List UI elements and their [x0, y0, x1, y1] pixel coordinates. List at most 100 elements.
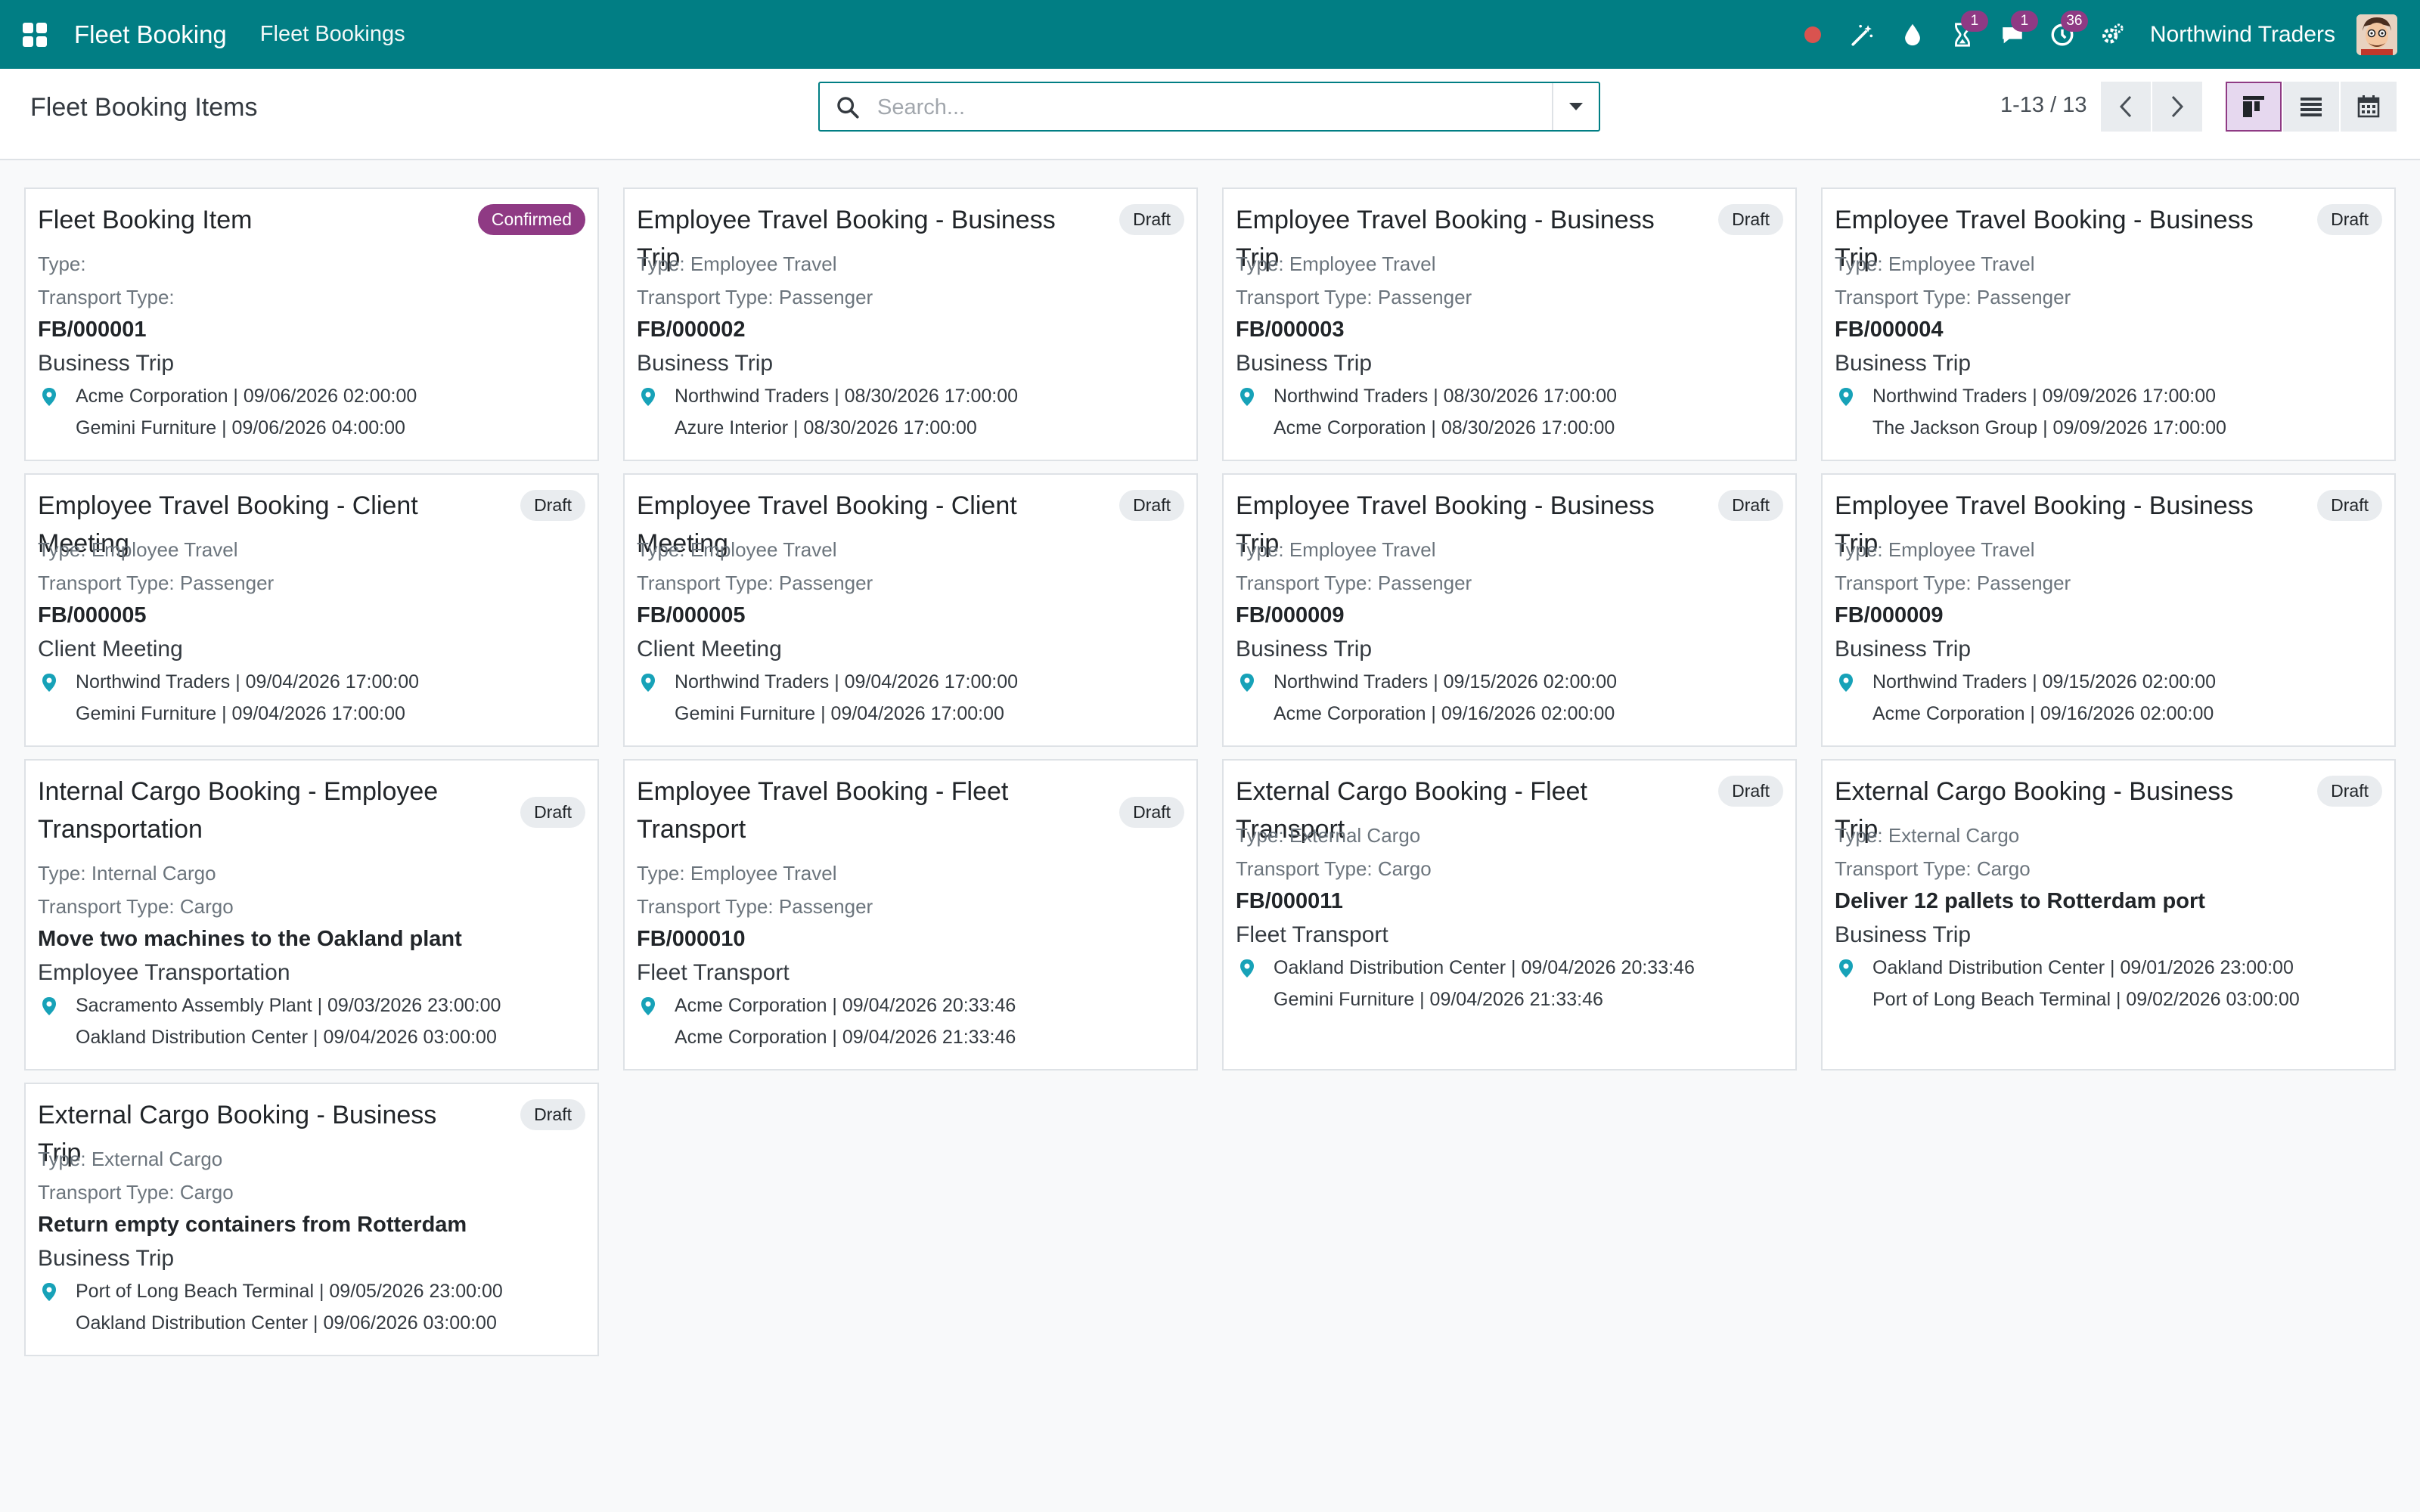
map-pin-icon [641, 674, 655, 692]
transport-type-value: Passenger [1377, 286, 1472, 308]
transport-type-field: Transport Type: Cargo [1236, 857, 1432, 881]
clock-icon[interactable]: 36 [2047, 10, 2088, 50]
settings-icon[interactable] [2097, 20, 2127, 50]
transport-type-label: Transport Type: [637, 572, 774, 594]
booking-reference: FB/000009 [1835, 603, 1944, 627]
pickup-location: Sacramento Assembly Plant | 09/03/2026 2… [76, 995, 501, 1016]
kanban-card[interactable]: Employee Travel Booking - Fleet Transpor… [623, 759, 1198, 1070]
user-avatar[interactable] [2356, 14, 2397, 55]
transport-type-label: Transport Type: [637, 286, 774, 308]
kanban-card[interactable]: External Cargo Booking - Business Trip D… [24, 1083, 599, 1356]
pager-value[interactable]: 1-13 / 13 [2000, 93, 2086, 118]
dropoff-location: Gemini Furniture | 09/04/2026 17:00:00 [76, 703, 405, 724]
pager-next-button[interactable] [2152, 82, 2202, 132]
pickup-location: Northwind Traders | 09/04/2026 17:00:00 [675, 671, 1019, 692]
kanban-card[interactable]: Employee Travel Booking - Business Trip … [1222, 187, 1797, 461]
map-pin-icon [1839, 388, 1853, 406]
dropoff-location: Azure Interior | 08/30/2026 17:00:00 [675, 417, 977, 438]
booking-reference: FB/000010 [637, 927, 746, 951]
type-label: Type: [637, 538, 685, 561]
map-pin-icon [641, 388, 655, 406]
transport-type-label: Transport Type: [38, 286, 175, 308]
booking-purpose: Business Trip [1835, 351, 1972, 376]
calendar-view-button[interactable] [2341, 82, 2397, 132]
chat-icon[interactable]: 1 [1997, 10, 2038, 50]
top-navbar: Fleet Booking Fleet Bookings 1 1 36 Nort… [0, 0, 2420, 69]
map-pin-icon [1240, 959, 1254, 978]
search-input[interactable] [876, 89, 1529, 125]
kanban-card[interactable]: Employee Travel Booking - Business Trip … [623, 187, 1198, 461]
kanban-card[interactable]: Employee Travel Booking - Client Meeting… [623, 473, 1198, 747]
list-view-icon [2301, 98, 2322, 116]
booking-reference: Return empty containers from Rotterdam [38, 1213, 467, 1237]
drop-icon[interactable] [1897, 20, 1928, 50]
messages-badge: 1 [2010, 10, 2038, 32]
type-value: Employee Travel [1289, 253, 1436, 275]
transport-type-label: Transport Type: [38, 895, 175, 918]
kanban-card[interactable]: Fleet Booking Item Confirmed Type: Trans… [24, 187, 599, 461]
record-icon[interactable] [1798, 20, 1828, 50]
card-title: Internal Cargo Booking - Employee Transp… [38, 777, 439, 844]
map-pin-icon [1839, 674, 1853, 692]
kanban-card[interactable]: Employee Travel Booking - Business Trip … [1821, 473, 2396, 747]
app-name[interactable]: Fleet Booking [74, 20, 227, 49]
type-label: Type: [1236, 253, 1284, 275]
list-view-button[interactable] [2283, 82, 2339, 132]
systray: 1 1 36 Northwind Traders [1778, 0, 2420, 69]
kanban-card[interactable]: Employee Travel Booking - Client Meeting… [24, 473, 599, 747]
transport-type-field: Transport Type: Cargo [38, 1181, 234, 1204]
map-pin-icon [1240, 674, 1254, 692]
kanban-card[interactable]: Employee Travel Booking - Business Trip … [1222, 473, 1797, 747]
booking-purpose: Business Trip [1835, 922, 1972, 947]
status-badge: Draft [1718, 490, 1783, 521]
updates-badge: 36 [2060, 10, 2088, 32]
transport-type-field: Transport Type: Cargo [38, 895, 234, 919]
transport-type-field: Transport Type: Passenger [1236, 572, 1472, 595]
kanban-card[interactable]: External Cargo Booking - Business Trip D… [1821, 759, 2396, 1070]
menu-fleet-bookings[interactable]: Fleet Bookings [260, 22, 405, 47]
kanban-card[interactable]: Internal Cargo Booking - Employee Transp… [24, 759, 599, 1070]
status-badge: Draft [1119, 204, 1184, 235]
transport-type-value: Passenger [179, 572, 275, 594]
type-label: Type: [1236, 824, 1284, 847]
kanban-card[interactable]: External Cargo Booking - Fleet Transport… [1222, 759, 1797, 1070]
kanban-view-button[interactable] [2226, 82, 2282, 132]
type-value: External Cargo [91, 1148, 223, 1170]
search-bar[interactable] [818, 82, 1600, 132]
type-value: Employee Travel [690, 253, 837, 275]
transport-type-value: Cargo [1377, 857, 1432, 880]
kanban-card[interactable]: Employee Travel Booking - Business Trip … [1821, 187, 2396, 461]
pager-previous-button[interactable] [2101, 82, 2151, 132]
pickup-location: Northwind Traders | 09/15/2026 02:00:00 [1274, 671, 1618, 692]
booking-purpose: Business Trip [1236, 637, 1373, 662]
dropoff-location: Port of Long Beach Terminal | 09/02/2026… [1872, 989, 2300, 1010]
transport-type-field: Transport Type: Passenger [1835, 572, 2071, 595]
search-options-toggle[interactable] [1552, 83, 1599, 130]
type-value: Employee Travel [690, 862, 837, 885]
transport-type-field: Transport Type: Passenger [1835, 286, 2071, 309]
dropoff-location: Gemini Furniture | 09/06/2026 04:00:00 [76, 417, 405, 438]
magic-wand-icon[interactable] [1848, 20, 1878, 50]
map-pin-icon [42, 997, 56, 1015]
dropoff-location: Acme Corporation | 09/16/2026 02:00:00 [1872, 703, 2214, 724]
status-badge: Confirmed [477, 204, 585, 235]
type-label: Type: [1835, 538, 1883, 561]
pickup-location: Northwind Traders | 08/30/2026 17:00:00 [675, 386, 1019, 407]
pickup-location: Northwind Traders | 08/30/2026 17:00:00 [1274, 386, 1618, 407]
apps-grid-icon[interactable] [23, 22, 47, 47]
booking-purpose: Business Trip [38, 351, 175, 376]
card-title: Employee Travel Booking - Fleet Transpor… [637, 777, 1009, 844]
type-value: Employee Travel [91, 538, 238, 561]
type-label: Type: [38, 253, 86, 275]
pickup-location: Northwind Traders | 09/04/2026 17:00:00 [76, 671, 420, 692]
transport-type-value: Cargo [1976, 857, 2031, 880]
company-switcher[interactable]: Northwind Traders [2150, 22, 2335, 48]
booking-purpose: Fleet Transport [637, 960, 790, 985]
type-field: Type: Employee Travel [1236, 538, 1435, 562]
type-field: Type: [38, 253, 86, 276]
hourglass-icon[interactable]: 1 [1947, 10, 1988, 50]
map-pin-icon [1839, 959, 1853, 978]
transport-type-value: Passenger [1976, 572, 2071, 594]
type-field: Type: External Cargo [38, 1148, 222, 1171]
type-field: Type: Employee Travel [637, 862, 836, 885]
